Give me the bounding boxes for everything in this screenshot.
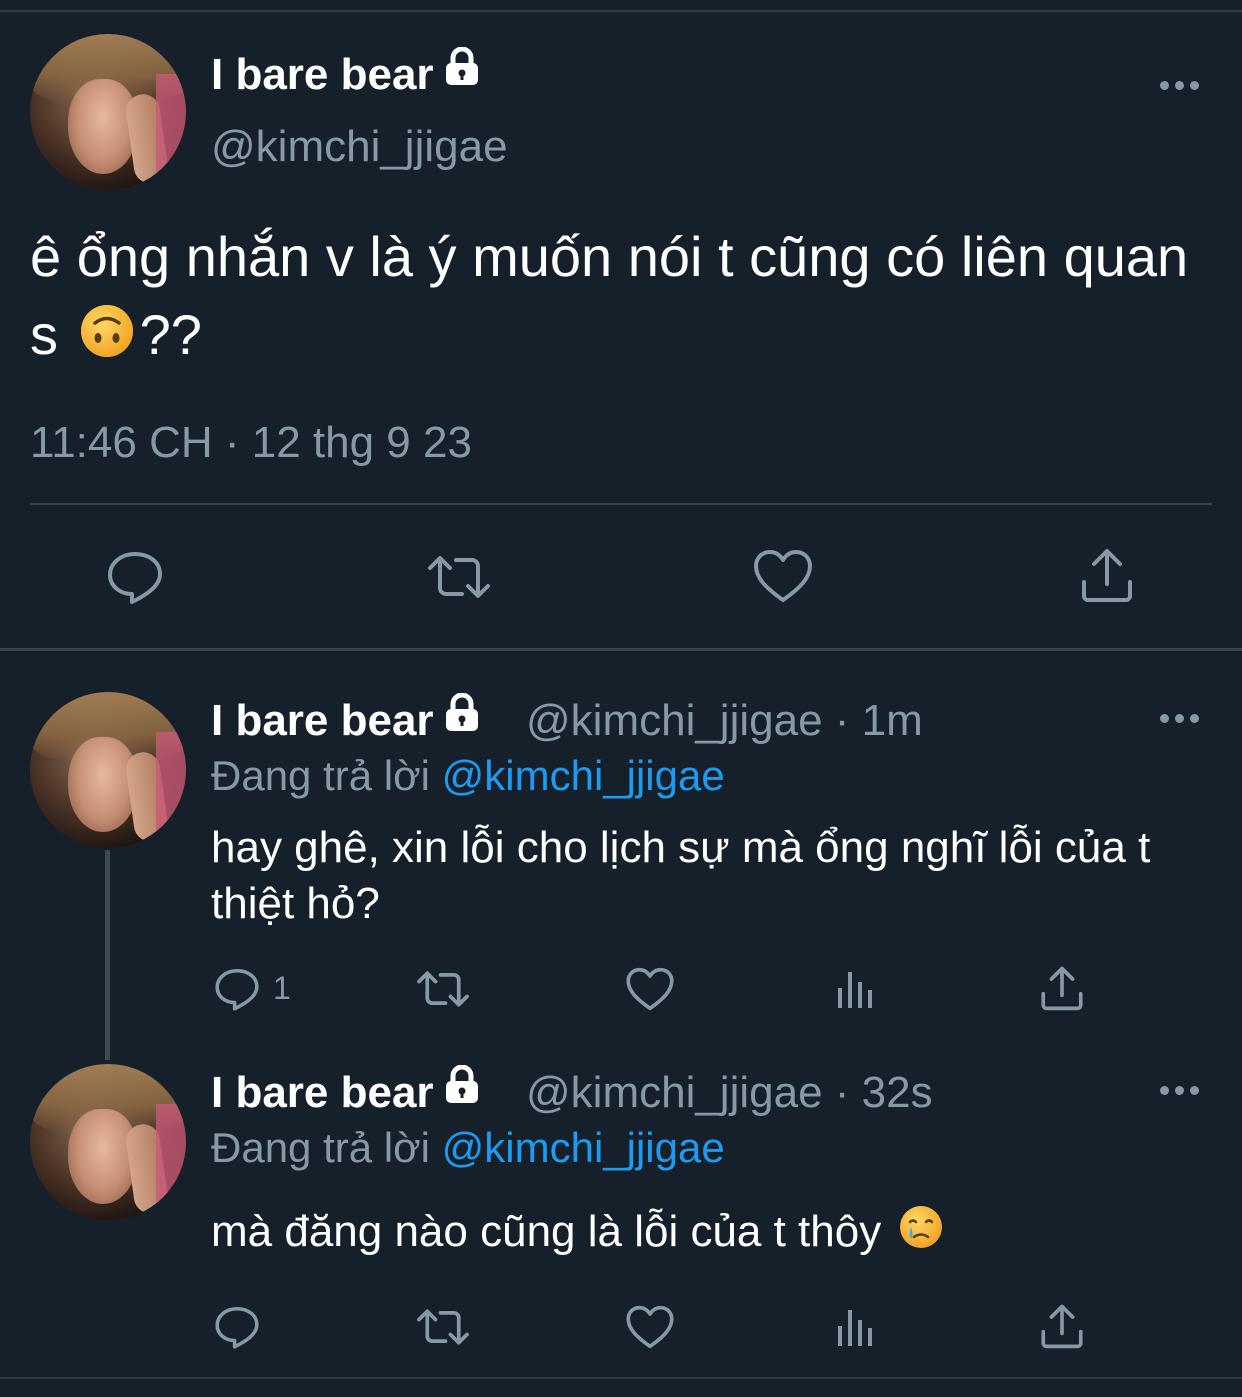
more-options-icon[interactable] — [1160, 1086, 1200, 1096]
display-name-text: I bare bear — [211, 50, 434, 99]
handle[interactable]: @kimchi_jjigae — [211, 122, 508, 172]
tweet-text-part2: ?? — [139, 303, 202, 366]
display-name-text: I bare bear — [211, 696, 434, 745]
share-icon[interactable] — [1040, 964, 1084, 1017]
reply-display-name[interactable]: I bare bear — [211, 1064, 482, 1118]
reply-icon[interactable] — [106, 548, 164, 611]
replying-label: Đang trả lời — [211, 1124, 430, 1171]
thread-connector-line — [105, 850, 110, 1060]
more-options-icon[interactable] — [1160, 81, 1200, 91]
lock-icon — [442, 46, 482, 98]
analytics-icon[interactable] — [834, 1306, 878, 1353]
reply-handle-time[interactable]: @kimchi_jjigae · 32s — [526, 1068, 933, 1118]
mention-link[interactable]: @kimchi_jjigae — [442, 1124, 725, 1171]
share-icon[interactable] — [1080, 546, 1134, 609]
avatar[interactable] — [30, 692, 186, 848]
reply-icon[interactable] — [214, 966, 260, 1017]
replying-label: Đang trả lời — [211, 752, 430, 799]
top-divider — [0, 10, 1242, 12]
crying-face-emoji-icon — [899, 1205, 943, 1263]
analytics-icon[interactable] — [834, 968, 878, 1015]
lock-icon — [442, 692, 482, 744]
reply-icon[interactable] — [214, 1304, 260, 1355]
reply-text-content: mà đăng nào cũng là lỗi của t thôy — [211, 1207, 882, 1256]
retweet-icon[interactable] — [414, 968, 472, 1015]
reply-text: mà đăng nào cũng là lỗi của t thôy — [211, 1204, 1171, 1263]
mention-link[interactable]: @kimchi_jjigae — [442, 752, 725, 799]
bottom-divider — [0, 1377, 1242, 1379]
upside-down-face-emoji-icon — [80, 300, 134, 378]
like-icon[interactable] — [752, 548, 814, 609]
avatar[interactable] — [30, 1064, 186, 1220]
retweet-icon[interactable] — [414, 1306, 472, 1353]
lock-icon — [442, 1064, 482, 1116]
tweet-text-part1: ê ổng nhắn v là ý muốn nói t cũng có liê… — [30, 225, 1189, 366]
reply-count: 1 — [273, 970, 291, 1006]
retweet-icon[interactable] — [424, 552, 494, 607]
like-icon[interactable] — [625, 966, 675, 1017]
reply-text: hay ghê, xin lỗi cho lịch sự mà ổng nghĩ… — [211, 823, 1151, 928]
more-options-icon[interactable] — [1160, 714, 1200, 724]
share-icon[interactable] — [1040, 1302, 1084, 1355]
display-name-text: I bare bear — [211, 1068, 434, 1117]
display-name[interactable]: I bare bear — [211, 46, 482, 100]
tweet-timestamp[interactable]: 11:46 CH · 12 thg 9 23 — [30, 418, 472, 468]
section-divider — [0, 648, 1242, 651]
replying-to: Đang trả lời @kimchi_jjigae — [211, 752, 725, 800]
reply-handle-time[interactable]: @kimchi_jjigae · 1m — [526, 696, 923, 746]
reply-display-name[interactable]: I bare bear — [211, 692, 482, 746]
divider — [30, 503, 1212, 505]
tweet-text: ê ổng nhắn v là ý muốn nói t cũng có liê… — [30, 218, 1210, 378]
avatar[interactable] — [30, 34, 186, 190]
replying-to: Đang trả lời @kimchi_jjigae — [211, 1124, 725, 1172]
like-icon[interactable] — [625, 1304, 675, 1355]
